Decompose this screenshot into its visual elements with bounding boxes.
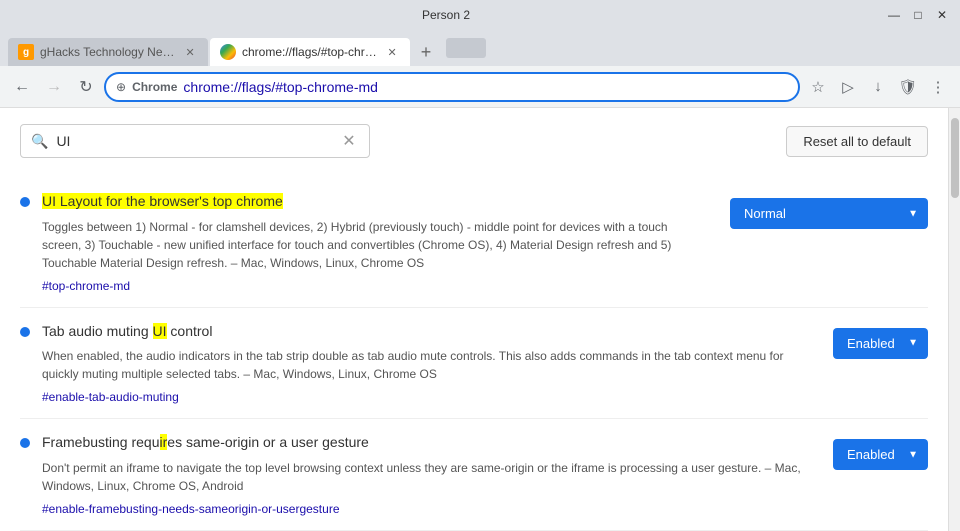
lock-icon: ⊕: [116, 80, 126, 94]
menu-button[interactable]: ⋮: [924, 73, 952, 101]
flag-item-tab-audio-muting: Tab audio muting UI control When enabled…: [20, 308, 928, 420]
flag-description: When enabled, the audio indicators in th…: [42, 347, 801, 383]
search-input[interactable]: [56, 133, 331, 149]
tab-favicon-ghacks: g: [18, 44, 34, 60]
tab-flags[interactable]: chrome://flags/#top-chrc... ✕: [210, 38, 410, 66]
flag-anchor[interactable]: #enable-framebusting-needs-sameorigin-or…: [42, 502, 340, 516]
forward-button[interactable]: →: [40, 73, 68, 101]
flag-title: Framebusting requires same-origin or a u…: [42, 433, 801, 453]
flag-select-wrapper[interactable]: Default Enabled Disabled: [833, 439, 928, 470]
search-icon: 🔍: [31, 133, 48, 150]
flag-body: Tab audio muting UI control When enabled…: [42, 322, 801, 405]
tab-ghacks[interactable]: g gHacks Technology News ✕: [8, 38, 208, 66]
flag-title: UI Layout for the browser's top chrome: [42, 192, 698, 212]
address-bar[interactable]: ⊕ Chrome: [104, 72, 800, 102]
back-button[interactable]: ←: [8, 73, 36, 101]
flag-title-highlight: UI Layout for the browser's top chrome: [42, 193, 283, 209]
flag-body: Framebusting requires same-origin or a u…: [42, 433, 801, 516]
chrome-badge: Chrome: [132, 80, 177, 94]
shield-button[interactable]: 🛡: [894, 73, 922, 101]
scrollbar-thumb[interactable]: [951, 118, 959, 198]
main-content: 🔍 ✕ Reset all to default UI Layout for t…: [0, 108, 960, 531]
flag-description: Don't permit an iframe to navigate the t…: [42, 459, 801, 495]
flag-anchor[interactable]: #top-chrome-md: [42, 279, 130, 293]
flag-description: Toggles between 1) Normal - for clamshel…: [42, 218, 698, 272]
maximize-button[interactable]: □: [908, 5, 928, 25]
flag-title-highlight: UI: [153, 323, 167, 339]
close-button[interactable]: ✕: [932, 5, 952, 25]
new-tab-button[interactable]: +: [412, 38, 440, 66]
title-bar: Person 2 — □ ✕: [0, 0, 960, 30]
flag-title-prefix: Tab audio muting: [42, 323, 153, 339]
scrollbar[interactable]: [948, 108, 960, 531]
flag-body: UI Layout for the browser's top chrome T…: [42, 192, 698, 293]
tab-placeholder: [446, 38, 486, 58]
nav-bar: ← → ↻ ⊕ Chrome ☆ ▷ ↓ 🛡 ⋮: [0, 66, 960, 108]
flag-title: Tab audio muting UI control: [42, 322, 801, 342]
flag-anchor[interactable]: #enable-tab-audio-muting: [42, 390, 179, 404]
flag-control[interactable]: Default Enabled Disabled: [833, 439, 928, 470]
search-container[interactable]: 🔍 ✕: [20, 124, 370, 158]
flag-item-framebusting: Framebusting requires same-origin or a u…: [20, 419, 928, 531]
flag-control[interactable]: Default Normal Hybrid Touchable Material…: [730, 198, 928, 229]
flag-title-suffix: es same-origin or a user gesture: [167, 434, 369, 450]
flag-select-wrapper[interactable]: Default Enabled Disabled: [833, 328, 928, 359]
flag-title-suffix: control: [167, 323, 213, 339]
bookmark-button[interactable]: ☆: [804, 73, 832, 101]
flag-select-tab-audio-muting[interactable]: Default Enabled Disabled: [833, 328, 928, 359]
tab-close-ghacks[interactable]: ✕: [182, 44, 198, 60]
search-clear-button[interactable]: ✕: [339, 131, 359, 151]
flag-select-top-chrome-md[interactable]: Default Normal Hybrid Touchable Material…: [730, 198, 928, 229]
flag-select-framebusting[interactable]: Default Enabled Disabled: [833, 439, 928, 470]
reset-all-button[interactable]: Reset all to default: [786, 126, 928, 157]
flag-title-prefix: Framebusting requ: [42, 434, 160, 450]
user-name: Person 2: [422, 8, 470, 22]
download-button[interactable]: ↓: [864, 73, 892, 101]
flag-dot: [20, 197, 30, 207]
nav-right-icons: ☆ ▷ ↓ 🛡 ⋮: [804, 73, 952, 101]
flag-dot: [20, 438, 30, 448]
tab-favicon-flags: [220, 44, 236, 60]
minimize-button[interactable]: —: [884, 5, 904, 25]
tab-label-flags: chrome://flags/#top-chrc...: [242, 45, 378, 59]
flag-select-wrapper[interactable]: Default Normal Hybrid Touchable Material…: [730, 198, 928, 229]
flag-item-top-chrome-md: UI Layout for the browser's top chrome T…: [20, 178, 928, 308]
flags-content: 🔍 ✕ Reset all to default UI Layout for t…: [0, 108, 948, 531]
flag-control[interactable]: Default Enabled Disabled: [833, 328, 928, 359]
search-bar: 🔍 ✕ Reset all to default: [20, 124, 928, 158]
flag-dot: [20, 327, 30, 337]
cast-button[interactable]: ▷: [834, 73, 862, 101]
tab-close-flags[interactable]: ✕: [384, 44, 400, 60]
tab-bar: g gHacks Technology News ✕ chrome://flag…: [0, 30, 960, 66]
window-controls: — □ ✕: [884, 5, 952, 25]
url-input[interactable]: [183, 79, 788, 95]
reload-button[interactable]: ↻: [72, 73, 100, 101]
tab-label-ghacks: gHacks Technology News: [40, 45, 176, 59]
